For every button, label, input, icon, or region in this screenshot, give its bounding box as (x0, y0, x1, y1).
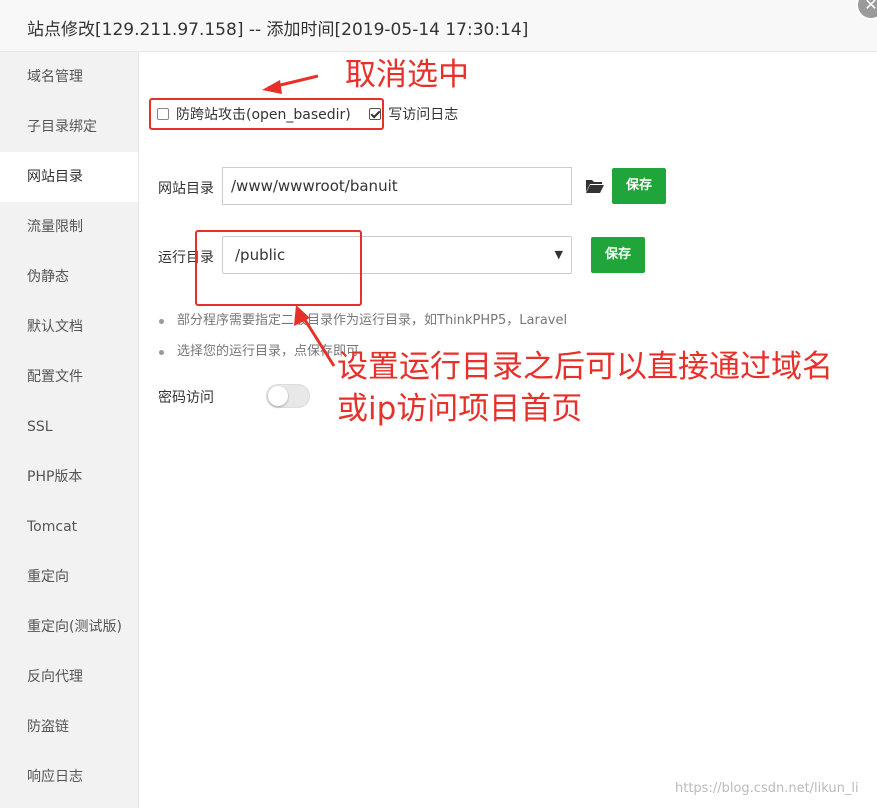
access-log-label[interactable]: 写访问日志 (388, 107, 458, 123)
password-access-toggle[interactable] (266, 384, 310, 408)
tip-item: 部分程序需要指定二级目录作为运行目录，如ThinkPHP5，Laravel (159, 309, 567, 340)
sidebar-item-redirect[interactable]: 重定向 (0, 552, 138, 602)
window-titlebar: 站点修改[129.211.97.158] -- 添加时间[2019-05-14 … (0, 0, 877, 52)
watermark: https://blog.csdn.net/likun_li (675, 781, 859, 796)
sidebar-item-rewrite[interactable]: 伪静态 (0, 252, 138, 302)
sidebar-item-ssl[interactable]: SSL (0, 402, 138, 452)
sidebar-item-site-directory[interactable]: 网站目录 (0, 152, 138, 202)
toggle-knob (268, 386, 288, 406)
sidebar-item-subdir-binding[interactable]: 子目录绑定 (0, 102, 138, 152)
site-dir-save-button[interactable]: 保存 (612, 168, 667, 204)
chevron-down-icon: ▼ (554, 248, 563, 261)
annotation-run-dir-note-line1: 设置运行目录之后可以直接通过域名 (337, 349, 833, 385)
annotation-run-dir-note-line2: 或ip访问项目首页 (337, 391, 583, 427)
sidebar-item-domain[interactable]: 域名管理 (0, 52, 138, 102)
password-access-label: 密码访问 (158, 390, 214, 406)
sidebar-item-traffic-limit[interactable]: 流量限制 (0, 202, 138, 252)
sidebar-item-tomcat[interactable]: Tomcat (0, 502, 138, 552)
sidebar-item-reverse-proxy[interactable]: 反向代理 (0, 652, 138, 702)
sidebar-item-php-version[interactable]: PHP版本 (0, 452, 138, 502)
sidebar-item-hotlink-protection[interactable]: 防盗链 (0, 702, 138, 752)
annotation-box-anti-xss (149, 98, 384, 130)
folder-open-icon[interactable] (585, 178, 605, 194)
sidebar-item-response-log[interactable]: 响应日志 (0, 752, 138, 802)
sidebar-item-config-file[interactable]: 配置文件 (0, 352, 138, 402)
annotation-box-run-dir (195, 230, 362, 306)
sidebar-nav: 域名管理 子目录绑定 网站目录 流量限制 伪静态 默认文档 配置文件 SSL P… (0, 52, 139, 808)
window-title: 站点修改[129.211.97.158] -- 添加时间[2019-05-14 … (27, 20, 529, 40)
annotation-uncheck-note: 取消选中 (345, 57, 469, 93)
run-dir-save-button[interactable]: 保存 (591, 237, 646, 273)
site-dir-input[interactable]: /www/wwwroot/banuit (222, 167, 572, 205)
site-dir-label: 网站目录 (158, 181, 214, 197)
sidebar-item-redirect-beta[interactable]: 重定向(测试版) (0, 602, 138, 652)
sidebar-item-default-document[interactable]: 默认文档 (0, 302, 138, 352)
site-directory-panel: 防跨站攻击(open_basedir) 写访问日志 网站目录 /www/wwwr… (139, 52, 877, 808)
